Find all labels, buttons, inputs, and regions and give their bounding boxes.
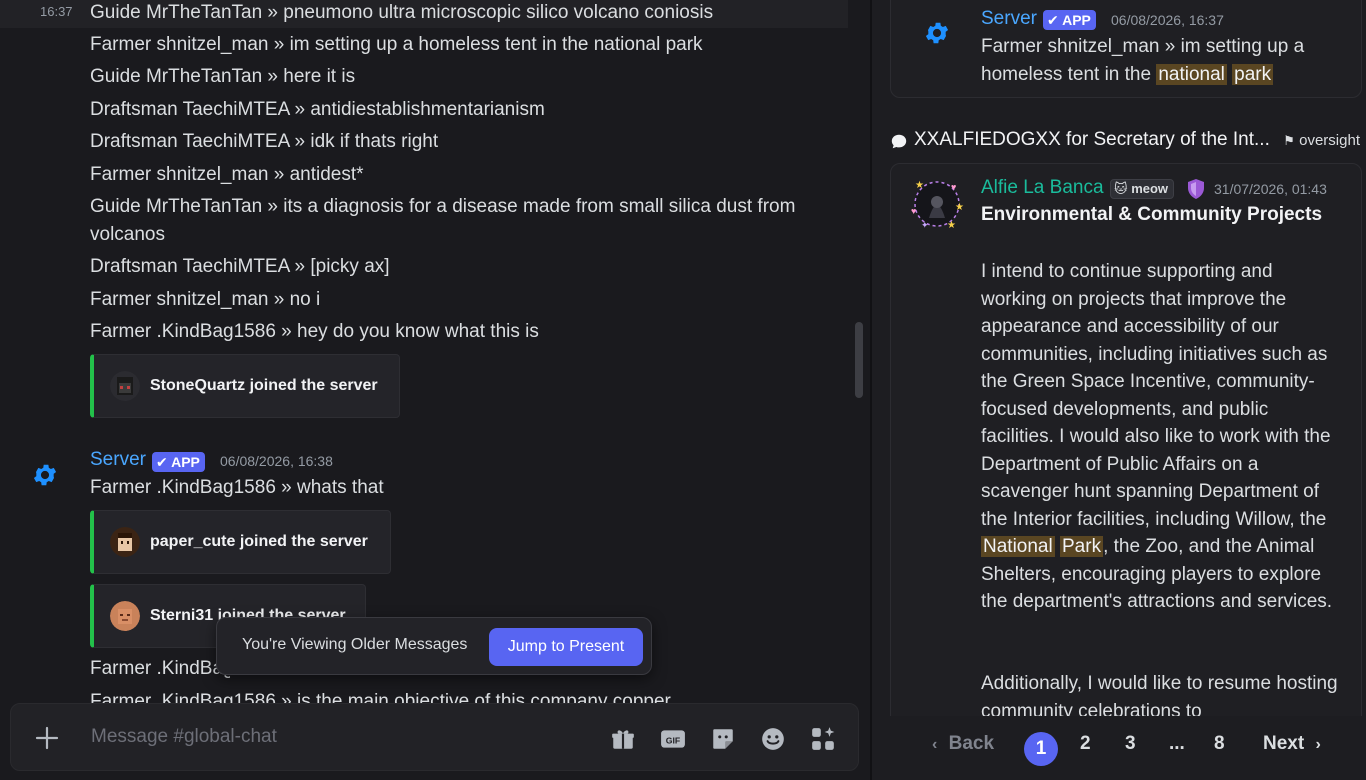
author-name[interactable]: Alfie La Banca bbox=[981, 177, 1104, 199]
message-composer: GIF bbox=[10, 703, 859, 771]
chat-message: Farmer .KindBag1586 » whats that bbox=[90, 477, 384, 498]
chat-message: Farmer .KindBag1586 » is this a homeless… bbox=[90, 658, 230, 679]
thread-header[interactable]: XXALFIEDOGXX for Secretary of the Int...… bbox=[890, 128, 1362, 154]
chat-message: Draftsman TaechiMTEA » antidiestablishme… bbox=[90, 99, 545, 120]
avatar[interactable] bbox=[110, 371, 140, 401]
pagination: ‹ Back 1 2 3 ... 8 Next › bbox=[872, 716, 1366, 780]
chat-message: Guide MrTheTanTan » pneumono ultra micro… bbox=[90, 2, 714, 23]
avatar[interactable] bbox=[110, 601, 140, 631]
pager-back-label: Back bbox=[948, 733, 995, 754]
message-timestamp: 16:37 bbox=[40, 4, 73, 19]
join-text: paper_cute joined the server bbox=[150, 533, 368, 550]
server-tag-label: meow bbox=[1131, 181, 1169, 196]
pager-back-button[interactable]: ‹ Back bbox=[932, 733, 994, 755]
svg-text:★: ★ bbox=[955, 202, 964, 213]
gear-icon bbox=[925, 22, 949, 44]
post-body: I intend to continue supporting and work… bbox=[981, 258, 1343, 616]
app-badge-label: APP bbox=[1062, 12, 1091, 28]
shield-icon bbox=[1188, 179, 1204, 199]
result-text: Farmer shnitzel_man » im setting up a ho… bbox=[981, 33, 1321, 88]
chat-message: Draftsman TaechiMTEA » idk if thats righ… bbox=[90, 131, 439, 152]
search-result-card[interactable]: Server ✔ APP 06/08/2026, 16:37 Farmer sh… bbox=[890, 0, 1362, 98]
svg-text:♥: ♥ bbox=[951, 182, 956, 192]
message-timestamp: 06/08/2026, 16:38 bbox=[220, 453, 333, 469]
join-text: StoneQuartz joined the server bbox=[150, 377, 378, 394]
author-name[interactable]: Server bbox=[981, 8, 1037, 30]
gift-icon[interactable] bbox=[610, 726, 636, 752]
author-name[interactable]: Server bbox=[90, 449, 146, 471]
channel-tag: ⚑ oversight bbox=[1283, 132, 1360, 149]
pager-ellipsis: ... bbox=[1169, 733, 1185, 754]
gear-icon bbox=[33, 464, 57, 486]
pager-page[interactable]: 8 bbox=[1214, 733, 1225, 755]
chat-message-continuation: volcanos bbox=[90, 224, 165, 245]
message-input[interactable] bbox=[91, 726, 571, 748]
chat-message: Guide MrTheTanTan » here it is bbox=[90, 66, 356, 87]
jump-to-present-button[interactable]: Jump to Present bbox=[489, 628, 643, 666]
plus-icon[interactable] bbox=[33, 724, 61, 752]
chat-message: Guide MrTheTanTan » its a diagnosis for … bbox=[90, 196, 796, 217]
chat-message: Farmer shnitzel_man » no i bbox=[90, 289, 321, 310]
apps-icon[interactable] bbox=[810, 726, 836, 752]
join-embed: StoneQuartz joined the server bbox=[90, 354, 400, 418]
older-messages-notice: You're Viewing Older Messages bbox=[242, 636, 468, 653]
chat-message: Farmer .KindBag1586 » hey do you know wh… bbox=[90, 321, 539, 342]
chevron-right-icon: › bbox=[1315, 736, 1321, 753]
chat-bubble-icon bbox=[891, 134, 907, 149]
pager-next-label: Next bbox=[1263, 733, 1305, 754]
emoji-icon[interactable] bbox=[760, 726, 786, 752]
older-messages-bar: You're Viewing Older Messages Jump to Pr… bbox=[216, 617, 652, 675]
search-highlight: national bbox=[1156, 63, 1227, 85]
join-embed: paper_cute joined the server bbox=[90, 510, 391, 574]
app-badge-label: APP bbox=[171, 454, 200, 470]
chevron-left-icon: ‹ bbox=[932, 736, 938, 753]
channel-tag-label: oversight bbox=[1299, 132, 1360, 149]
search-highlight: National bbox=[981, 536, 1055, 557]
chat-message: Draftsman TaechiMTEA » [picky ax] bbox=[90, 256, 390, 277]
pager-next-button[interactable]: Next › bbox=[1263, 733, 1321, 755]
search-highlight: park bbox=[1232, 63, 1274, 85]
cat-icon: 🐱 bbox=[1114, 181, 1128, 196]
app-badge: ✔ APP bbox=[1043, 10, 1096, 30]
search-result-card[interactable]: ★ ♥ ★ ♥ ★ ✦ Alfie La Banca 🐱 meow 31/07/… bbox=[890, 163, 1362, 763]
app-badge: ✔ APP bbox=[152, 452, 205, 472]
svg-text:★: ★ bbox=[947, 220, 956, 231]
avatar[interactable] bbox=[110, 527, 140, 557]
svg-text:★: ★ bbox=[915, 180, 924, 191]
check-icon: ✔ bbox=[156, 454, 168, 470]
check-icon: ✔ bbox=[1047, 12, 1059, 28]
sticker-icon[interactable] bbox=[710, 726, 736, 752]
post-heading: Environmental & Community Projects bbox=[981, 204, 1323, 225]
pager-page[interactable]: 3 bbox=[1125, 733, 1136, 755]
svg-text:✦: ✦ bbox=[921, 220, 929, 230]
search-highlight: Park bbox=[1060, 536, 1104, 557]
post-body-part: I intend to continue supporting and work… bbox=[981, 261, 1331, 530]
server-tag: 🐱 meow bbox=[1110, 179, 1175, 199]
message-timestamp: 31/07/2026, 01:43 bbox=[1214, 181, 1327, 197]
avatar[interactable]: ★ ♥ ★ ♥ ★ ✦ bbox=[907, 174, 967, 232]
message-timestamp: 06/08/2026, 16:37 bbox=[1111, 12, 1224, 28]
scrollbar-thumb[interactable] bbox=[855, 322, 863, 398]
chat-pane: 16:37 Guide MrTheTanTan » pneumono ultra… bbox=[0, 0, 870, 780]
svg-text:GIF: GIF bbox=[666, 735, 680, 745]
thread-title: XXALFIEDOGXX for Secretary of the Int... bbox=[914, 129, 1270, 150]
chat-message: Farmer shnitzel_man » im setting up a ho… bbox=[90, 34, 703, 55]
svg-text:♥: ♥ bbox=[911, 206, 916, 216]
tag-icon: ⚑ bbox=[1283, 133, 1295, 148]
chat-message: Farmer shnitzel_man » antidest* bbox=[90, 164, 364, 185]
pager-page[interactable]: 2 bbox=[1080, 733, 1091, 755]
pager-page-current[interactable]: 1 bbox=[1024, 732, 1058, 766]
gif-icon[interactable]: GIF bbox=[660, 726, 686, 752]
search-results-panel: Server ✔ APP 06/08/2026, 16:37 Farmer sh… bbox=[872, 0, 1366, 780]
